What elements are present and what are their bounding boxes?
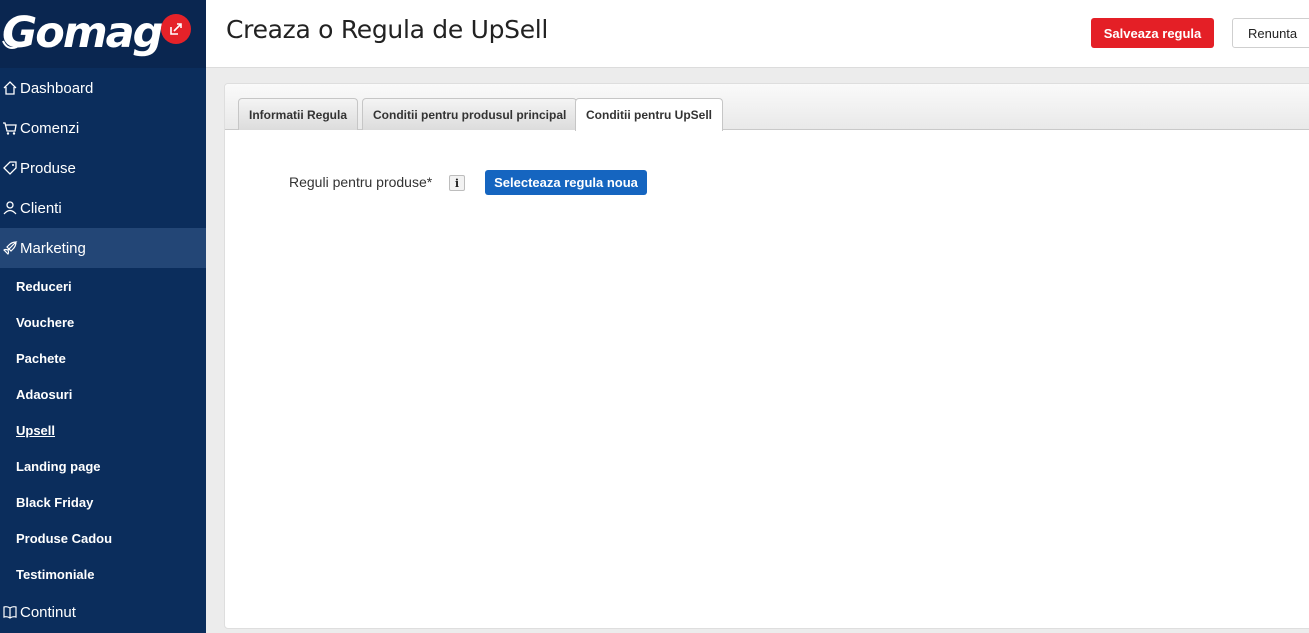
sidebar-item-clienti[interactable]: Clienti	[0, 188, 206, 228]
external-link-icon	[170, 23, 182, 35]
rocket-icon	[2, 240, 18, 256]
tag-icon	[2, 160, 18, 176]
brand-bar: Gomag	[0, 0, 206, 68]
sidebar-item-label: Produse	[20, 159, 76, 177]
sidebar-subitem-produse-cadou[interactable]: Produse Cadou	[0, 520, 206, 556]
sidebar-subitem-vouchere[interactable]: Vouchere	[0, 304, 206, 340]
home-icon	[2, 80, 18, 96]
subitem-label: Reduceri	[16, 278, 72, 294]
subitem-label: Pachete	[16, 350, 66, 366]
cart-logo-icon	[2, 40, 21, 50]
info-icon[interactable]: i	[449, 175, 465, 191]
sidebar-item-label: Marketing	[20, 239, 86, 257]
subitem-label: Landing page	[16, 458, 101, 474]
tab-informatii-regula[interactable]: Informatii Regula	[238, 98, 359, 130]
sidebar-item-comenzi[interactable]: Comenzi	[0, 108, 206, 148]
sidebar-subitem-black-friday[interactable]: Black Friday	[0, 484, 206, 520]
sidebar-subitem-testimoniale[interactable]: Testimoniale	[0, 556, 206, 592]
sidebar-item-continut[interactable]: Continut	[0, 592, 206, 632]
subitem-label: Vouchere	[16, 314, 75, 330]
sidebar-item-dashboard[interactable]: Dashboard	[0, 68, 206, 108]
logo[interactable]: Gomag	[2, 8, 163, 58]
content-card: Informatii Regula Conditii pentru produs…	[224, 83, 1309, 629]
page-header: Creaza o Regula de UpSell Salveaza regul…	[206, 0, 1309, 68]
sidebar-subitem-adaosuri[interactable]: Adaosuri	[0, 376, 206, 412]
book-icon	[2, 604, 18, 620]
sidebar-item-label: Comenzi	[20, 119, 80, 137]
cart-icon	[2, 120, 18, 136]
subitem-label: Testimoniale	[16, 566, 95, 582]
sidebar-subitem-upsell[interactable]: Upsell	[0, 412, 206, 448]
cancel-button[interactable]: Renunta	[1232, 18, 1309, 48]
sidebar-subitem-pachete[interactable]: Pachete	[0, 340, 206, 376]
field-label-reguli-produse: Reguli pentru produse*	[289, 174, 433, 190]
user-icon	[2, 200, 18, 216]
subitem-label: Adaosuri	[16, 386, 73, 402]
subitem-label: Produse Cadou	[16, 530, 113, 546]
sidebar-item-marketing[interactable]: Marketing	[0, 228, 206, 268]
select-new-rule-button[interactable]: Selecteaza regula noua	[485, 170, 647, 195]
tab-conditii-produs-principal[interactable]: Conditii pentru produsul principal	[362, 98, 578, 130]
page-title: Creaza o Regula de UpSell	[226, 15, 549, 44]
external-link-button[interactable]	[161, 14, 191, 44]
sidebar-subitem-reduceri[interactable]: Reduceri	[0, 268, 206, 304]
sidebar-subitem-landing-page[interactable]: Landing page	[0, 448, 206, 484]
subitem-label: Black Friday	[16, 494, 94, 510]
tab-conditii-upsell[interactable]: Conditii pentru UpSell	[575, 98, 723, 131]
sidebar-item-label: Clienti	[20, 199, 62, 217]
sidebar-item-produse[interactable]: Produse	[0, 148, 206, 188]
save-rule-button[interactable]: Salveaza regula	[1091, 18, 1214, 48]
subitem-label: Upsell	[16, 422, 56, 438]
sidebar-item-label: Continut	[20, 603, 76, 621]
sidebar: Gomag Dashboard Comenzi Produse Clienti …	[0, 0, 206, 633]
tabs-bar: Informatii Regula Conditii pentru produs…	[225, 84, 1309, 131]
sidebar-item-label: Dashboard	[20, 79, 94, 97]
